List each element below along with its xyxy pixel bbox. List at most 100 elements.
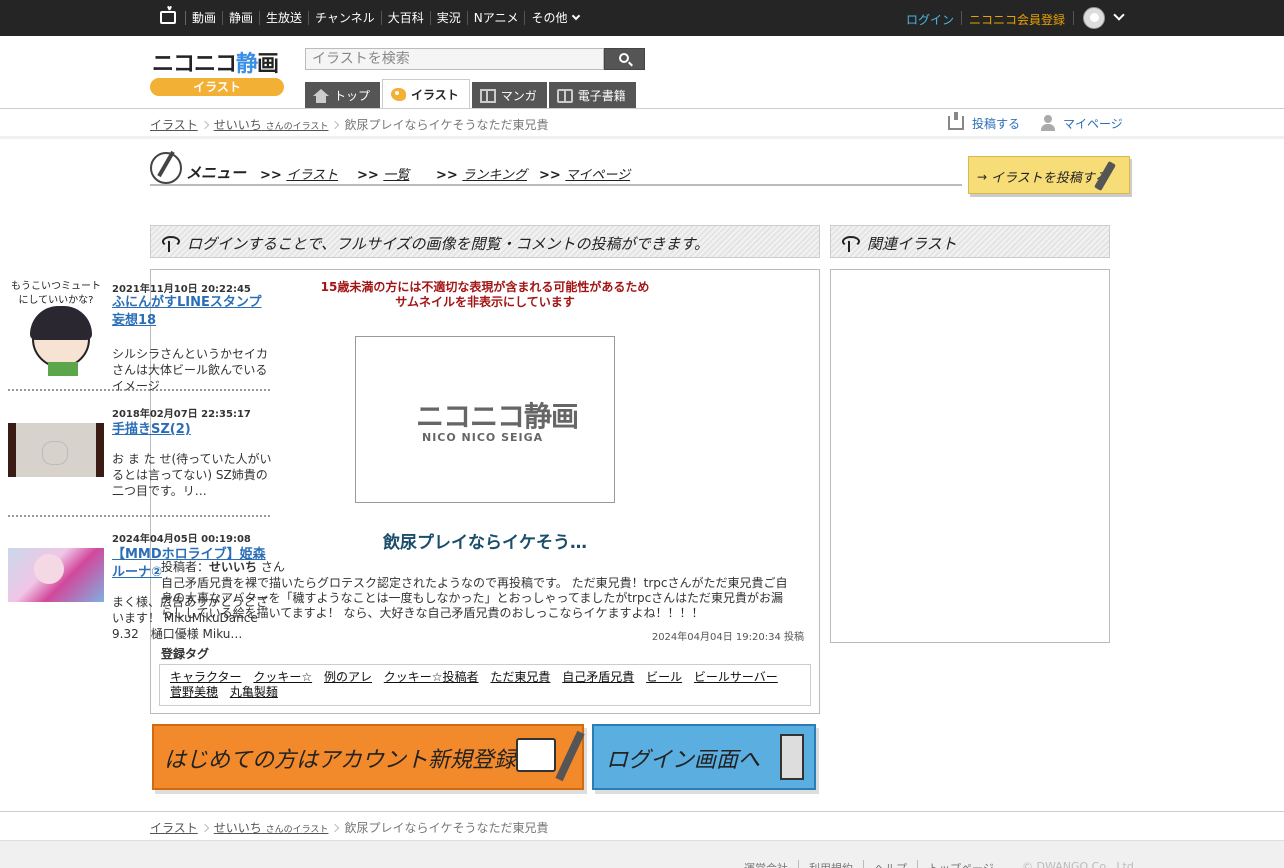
search-icon [619, 53, 629, 63]
nav-more-label: その他 [531, 11, 568, 25]
tab-top[interactable]: トップ [305, 82, 381, 109]
related-header-text: 関連イラスト [867, 235, 957, 253]
tag-link[interactable]: キャラクター [170, 670, 242, 684]
tab-ebook[interactable]: 電子書籍 [548, 82, 636, 109]
book-icon [556, 88, 573, 103]
related-date: 2021年11月10日 20:22:45 [112, 284, 251, 295]
register-account-button[interactable]: はじめての方はアカウント新規登録へ [152, 724, 585, 790]
character-body [48, 362, 78, 376]
chevron-right-icon [331, 120, 340, 129]
chevron-down-icon[interactable] [1113, 9, 1125, 21]
site-logo[interactable]: ニコニコ静画 イラスト [150, 46, 286, 98]
nav-channel[interactable]: チャンネル [308, 11, 381, 25]
divider [150, 184, 962, 186]
tag-link[interactable]: クッキー☆ [253, 670, 312, 684]
placeholder-logo: ニコニコ静画 [416, 400, 579, 433]
tags-label: 登録タグ [161, 647, 210, 661]
tab-manga[interactable]: マンガ [471, 82, 547, 109]
breadcrumb-user[interactable]: せいいち さんのイラスト [214, 116, 329, 133]
breadcrumb-shadow [0, 136, 1284, 139]
tag-link[interactable]: ただ東兄貴 [490, 670, 550, 684]
related-thumbnail[interactable] [8, 548, 104, 602]
post-illust-button[interactable]: → イラストを投稿する [968, 156, 1130, 194]
login-screen-button[interactable]: ログイン画面へ [592, 724, 816, 790]
breadcrumb-current: 飲尿プレイならイケそうなただ東兄貴 [344, 118, 549, 132]
menu-item-list[interactable]: >> 一覧 [357, 164, 409, 183]
footer-link-top[interactable]: トップページ [917, 860, 1004, 868]
global-nav: 動画 静画 生放送 チャンネル 大百科 実況 Nアニメ その他 [185, 0, 585, 36]
related-title[interactable]: 【MMDホロライブ】姫森ルーナ② [112, 546, 272, 582]
breadcrumb-illust[interactable]: イラスト [150, 116, 198, 133]
nav-seiga[interactable]: 静画 [222, 11, 259, 25]
breadcrumb-illust[interactable]: イラスト [150, 819, 198, 836]
login-link[interactable]: ログイン [906, 11, 954, 28]
search-button[interactable] [604, 48, 645, 70]
tag-link[interactable]: クッキー☆投稿者 [384, 670, 479, 684]
related-item: 2024年04月05日 00:19:08 【MMDホロライブ】姫森ルーナ② まく… [8, 530, 272, 641]
related-title[interactable]: ふにんがすLINEスタンプ妄想18 [112, 294, 272, 330]
manga-icon [479, 88, 496, 103]
footer-link-terms[interactable]: 利用規約 [798, 860, 863, 868]
footer-breadcrumb: イラスト せいいち さんのイラスト 飲尿プレイならイケそうなただ東兄貴 [150, 819, 548, 836]
thumbnail-placeholder[interactable]: ニコニコ静画 NICO NICO SEIGA [355, 336, 615, 503]
post-link-label: 投稿する [972, 116, 1021, 131]
post-link[interactable]: 投稿する [948, 112, 1021, 133]
tag-link[interactable]: 例のアレ [324, 670, 372, 684]
chevron-right-icon [200, 823, 210, 832]
related-date: 2024年04月05日 00:19:08 [112, 534, 251, 545]
tab-label: 電子書籍 [577, 89, 626, 103]
section-tabs: トップ イラスト マンガ 電子書籍 [305, 79, 638, 109]
tag-link[interactable]: 丸亀製麺 [230, 685, 278, 699]
nav-douga[interactable]: 動画 [185, 11, 222, 25]
related-desc: まく様、広告ありがとうございます！ MikuMikuDance 9.32 樋口優… [112, 595, 269, 641]
sprout-icon [161, 236, 180, 252]
post-illust-label: イラストを投稿する [991, 171, 1108, 186]
global-top-bar: 動画 静画 生放送 チャンネル 大百科 実況 Nアニメ その他 ログイン ニコニ… [0, 0, 1284, 36]
user-icon [1041, 115, 1055, 131]
menu-item-illust[interactable]: >> イラスト [260, 164, 338, 183]
door-icon [780, 734, 804, 780]
related-date: 2018年02月07日 22:35:17 [112, 409, 251, 420]
nav-live[interactable]: 生放送 [259, 11, 308, 25]
tag-link[interactable]: 自己矛盾兄貴 [562, 670, 634, 684]
breadcrumb-user[interactable]: せいいち さんのイラスト [214, 819, 329, 836]
footer-link-help[interactable]: ヘルプ [863, 860, 917, 868]
related-thumbnail[interactable]: もうこいつミュートにしていいかな? [8, 280, 104, 376]
tab-illust[interactable]: イラスト [382, 79, 470, 109]
niconico-tv-icon[interactable] [160, 11, 176, 24]
home-icon [313, 88, 329, 103]
sprout-icon [841, 236, 860, 252]
upload-icon [948, 112, 964, 130]
nav-jikkyo[interactable]: 実況 [429, 11, 467, 25]
logo-sub-badge: イラスト [150, 78, 284, 96]
tag-link[interactable]: 菅野美穂 [170, 685, 218, 699]
arrow-right-icon: → [977, 170, 988, 184]
mypage-link[interactable]: マイページ [1041, 113, 1123, 133]
footer-link-company[interactable]: 運営会社 [744, 860, 798, 868]
palette-icon [391, 88, 407, 101]
palette-menu-icon [150, 152, 182, 184]
related-desc: お ま た せ(待っていた人がいるとは言ってない) SZ姉貴の二つ目です。リ… [112, 452, 272, 498]
related-header: 関連イラスト [830, 225, 1110, 258]
dotted-divider [8, 515, 270, 517]
thumbnail-caption: もうこいつミュートにしていいかな? [11, 281, 101, 306]
menu-item-mypage[interactable]: >> マイページ [539, 164, 630, 183]
search-input[interactable]: イラストを検索 [305, 48, 604, 70]
nav-more[interactable]: その他 [524, 11, 585, 25]
pen-icon [555, 730, 585, 782]
menu-item-ranking[interactable]: >> ランキング [436, 164, 527, 183]
placeholder-logo-sub: NICO NICO SEIGA [422, 431, 544, 444]
chevron-right-icon [331, 823, 340, 832]
related-item: もうこいつミュートにしていいかな? 2021年11月10日 20:22:45 ふ… [8, 280, 272, 393]
nav-dic[interactable]: 大百科 [380, 11, 430, 25]
tag-link[interactable]: ビール [646, 670, 682, 684]
related-title[interactable]: 手描きSZ(2) [112, 421, 272, 439]
avatar[interactable] [1083, 7, 1105, 29]
login-notice-text: ログインすることで、フルサイズの画像を閲覧・コメントの投稿ができます。 [187, 235, 710, 253]
register-link[interactable]: ニコニコ会員登録 [969, 11, 1065, 28]
post-date: 2024年04月04日 19:20:34 投稿 [651, 632, 804, 643]
tag-link[interactable]: ビールサーバー [694, 670, 778, 684]
nav-nanime[interactable]: Nアニメ [466, 11, 525, 25]
related-thumbnail[interactable] [8, 423, 104, 477]
character-hair [30, 306, 92, 340]
